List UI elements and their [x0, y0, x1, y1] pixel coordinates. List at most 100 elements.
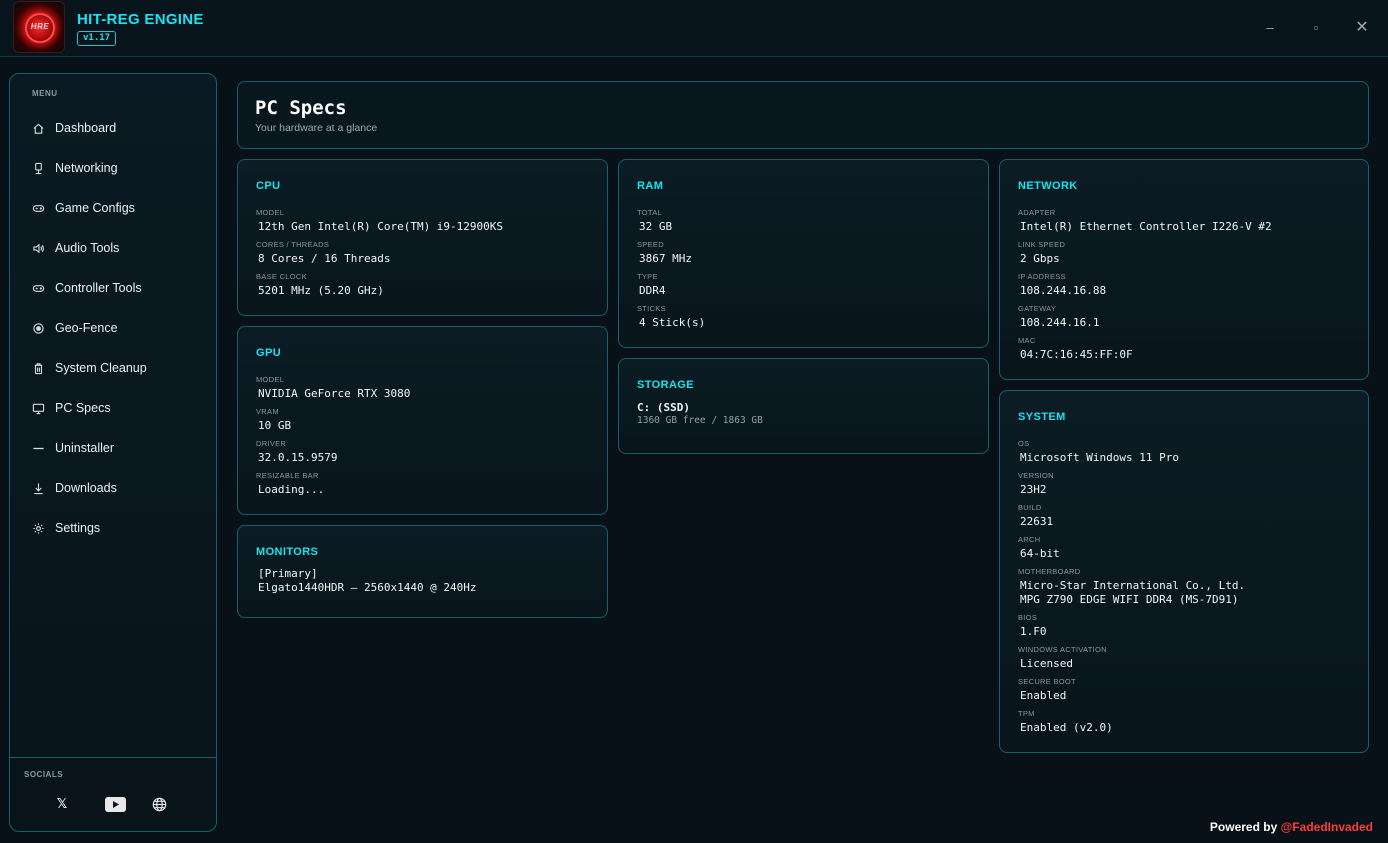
cpu-clock-field: BASE CLOCK 5201 MHz (5.20 GHz)	[256, 272, 384, 298]
minimize-button[interactable]: –	[1258, 17, 1282, 39]
sidebar-item-label: Audio Tools	[55, 241, 120, 255]
field-value: 108.244.16.1	[1020, 316, 1100, 329]
minus-icon	[32, 442, 45, 455]
card-title: STORAGE	[637, 379, 694, 391]
field-label: BUILD	[1018, 503, 1042, 512]
gear-icon	[32, 522, 45, 535]
sidebar-item-label: Uninstaller	[55, 441, 115, 455]
cpu-card: CPU MODEL 12th Gen Intel(R) Core(TM) i9-…	[237, 159, 608, 316]
field-value: 108.244.16.88	[1020, 284, 1107, 297]
sidebar-item-geo-fence[interactable]: Geo-Fence	[10, 308, 216, 348]
sidebar-item-uninstaller[interactable]: Uninstaller	[10, 428, 216, 468]
sidebar-item-label: Controller Tools	[55, 281, 142, 295]
gpu-card: GPU MODEL NVIDIA GeForce RTX 3080 VRAM 1…	[237, 326, 608, 515]
field-value: NVIDIA GeForce RTX 3080	[258, 387, 411, 400]
field-value: 32.0.15.9579	[258, 451, 338, 464]
author-link[interactable]: @FadedInvaded	[1281, 820, 1373, 834]
sidebar-item-system-cleanup[interactable]: System Cleanup	[10, 348, 216, 388]
system-version-field: VERSION 23H2	[1018, 471, 1054, 497]
field-value: 3867 MHz	[639, 252, 692, 265]
field-label: GATEWAY	[1018, 304, 1057, 313]
sidebar-item-dashboard[interactable]: Dashboard	[10, 108, 216, 148]
monitor-line: [Primary]	[258, 567, 318, 580]
field-value: DDR4	[639, 284, 666, 297]
field-value: Micro-Star International Co., Ltd. MPG Z…	[1020, 579, 1246, 606]
card-title: CPU	[256, 180, 281, 192]
ram-total-field: TOTAL 32 GB	[637, 208, 672, 234]
network-gateway-field: GATEWAY 108.244.16.1	[1018, 304, 1099, 330]
sidebar-item-networking[interactable]: Networking	[10, 148, 216, 188]
network-ip-field: IP ADDRESS 108.244.16.88	[1018, 272, 1106, 298]
sidebar-item-label: Game Configs	[55, 201, 135, 215]
sidebar-item-label: Downloads	[55, 481, 117, 495]
network-icon	[32, 162, 45, 175]
field-label: MODEL	[256, 208, 285, 217]
field-value: Enabled	[1020, 689, 1067, 702]
system-motherboard-field: MOTHERBOARD Micro-Star International Co.…	[1018, 567, 1245, 607]
youtube-icon[interactable]	[104, 796, 126, 812]
field-label: IP ADDRESS	[1018, 272, 1066, 281]
field-value: 23H2	[1020, 483, 1047, 496]
sidebar-item-label: Networking	[55, 161, 118, 175]
app-logo: HRE	[13, 1, 65, 53]
close-button[interactable]: ✕	[1350, 17, 1374, 39]
field-value: 4 Stick(s)	[639, 316, 706, 329]
field-label: CORES / THREADS	[256, 240, 330, 249]
field-label: DRIVER	[256, 439, 287, 448]
target-icon	[32, 322, 45, 335]
monitor-line: Elgato1440HDR — 2560x1440 @ 240Hz	[258, 581, 477, 594]
system-arch-field: ARCH 64-bit	[1018, 535, 1060, 561]
monitor-icon	[32, 402, 45, 415]
sidebar-item-controller-tools[interactable]: Controller Tools	[10, 268, 216, 308]
field-label: BASE CLOCK	[256, 272, 307, 281]
field-value: Enabled (v2.0)	[1020, 721, 1113, 734]
sidebar-item-label: System Cleanup	[55, 361, 147, 375]
system-os-field: OS Microsoft Windows 11 Pro	[1018, 439, 1179, 465]
globe-icon[interactable]	[151, 796, 167, 812]
field-label: MOTHERBOARD	[1018, 567, 1081, 576]
cpu-cores-field: CORES / THREADS 8 Cores / 16 Threads	[256, 240, 390, 266]
sidebar-item-audio-tools[interactable]: Audio Tools	[10, 228, 216, 268]
network-card: NETWORK ADAPTER Intel(R) Ethernet Contro…	[999, 159, 1369, 380]
network-mac-field: MAC 04:7C:16:45:FF:0F	[1018, 336, 1133, 362]
field-value: 8 Cores / 16 Threads	[258, 252, 391, 265]
card-title: NETWORK	[1018, 180, 1078, 192]
sidebar-nav: Dashboard Networking Game Configs Audio …	[10, 108, 216, 548]
field-label: TYPE	[637, 272, 658, 281]
card-title: MONITORS	[256, 546, 319, 558]
gamepad-icon	[32, 202, 45, 215]
field-value: 1.F0	[1020, 625, 1047, 638]
field-label: OS	[1018, 439, 1030, 448]
field-value: Licensed	[1020, 657, 1073, 670]
sidebar-item-pc-specs[interactable]: PC Specs	[10, 388, 216, 428]
download-icon	[32, 482, 45, 495]
field-label: TOTAL	[637, 208, 662, 217]
sidebar-item-downloads[interactable]: Downloads	[10, 468, 216, 508]
socials-label: SOCIALS	[24, 770, 64, 779]
field-value: 12th Gen Intel(R) Core(TM) i9-12900KS	[258, 220, 504, 233]
x-icon[interactable]: 𝕏	[54, 796, 70, 812]
ram-type-field: TYPE DDR4	[637, 272, 666, 298]
storage-free: 1360 GB free / 1863 GB	[637, 415, 763, 426]
sidebar-item-label: Geo-Fence	[55, 321, 118, 335]
cpu-model-field: MODEL 12th Gen Intel(R) Core(TM) i9-1290…	[256, 208, 503, 234]
field-value: 04:7C:16:45:FF:0F	[1020, 348, 1133, 361]
ram-speed-field: SPEED 3867 MHz	[637, 240, 692, 266]
sidebar-item-settings[interactable]: Settings	[10, 508, 216, 548]
system-secure-boot-field: SECURE BOOT Enabled	[1018, 677, 1076, 703]
field-label: SECURE BOOT	[1018, 677, 1076, 686]
system-tpm-field: TPM Enabled (v2.0)	[1018, 709, 1113, 735]
maximize-button[interactable]: ▫	[1304, 17, 1328, 39]
sidebar-item-label: Dashboard	[55, 121, 117, 135]
trash-icon	[32, 362, 45, 375]
field-label: VERSION	[1018, 471, 1054, 480]
page-header: PC Specs Your hardware at a glance	[237, 81, 1369, 149]
system-card: SYSTEM OS Microsoft Windows 11 Pro VERSI…	[999, 390, 1369, 753]
field-value: 64-bit	[1020, 547, 1060, 560]
sidebar-item-label: Settings	[55, 521, 101, 535]
sidebar-item-label: PC Specs	[55, 401, 111, 415]
field-value: Microsoft Windows 11 Pro	[1020, 451, 1179, 464]
sidebar-item-game-configs[interactable]: Game Configs	[10, 188, 216, 228]
field-value: 5201 MHz (5.20 GHz)	[258, 284, 384, 297]
field-label: BIOS	[1018, 613, 1038, 622]
